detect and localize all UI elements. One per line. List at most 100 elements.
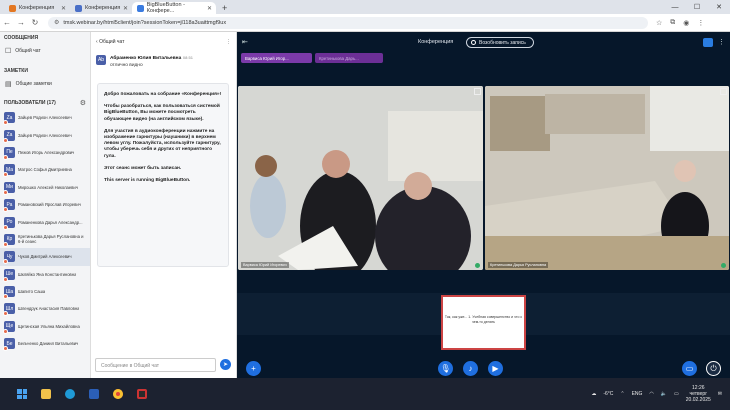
url-field[interactable]: ⚙ tmsk.webinar.by/html5client/join?sessi… xyxy=(48,16,648,29)
profile-icon[interactable]: ◉ xyxy=(683,19,689,27)
browser-tab-3-active[interactable]: BigBlueButton - Конфере... ✕ xyxy=(132,2,216,14)
resume-recording-button[interactable]: Возобновить запись xyxy=(466,37,534,48)
user-list-item[interactable]: Ма Матрос Софья Дмитриевна xyxy=(0,161,90,178)
user-list-item[interactable]: Za Зайцев Родион Алексеевич xyxy=(0,109,90,126)
volume-icon[interactable]: 🔈 xyxy=(661,391,667,397)
user-name: Зайцев Родион Алексеевич xyxy=(18,115,72,121)
status-dot-icon xyxy=(3,241,8,247)
wifi-icon[interactable]: ◠ xyxy=(649,391,653,397)
user-name: Романенкова Дарья Александр... xyxy=(18,219,83,225)
avatar: Ab xyxy=(96,55,106,65)
media-app-icon[interactable] xyxy=(137,389,147,399)
chat-options-icon[interactable]: ⋮ xyxy=(226,39,231,45)
clock[interactable]: 12:26 четверг 20.02.2025 xyxy=(686,385,711,403)
user-list-item[interactable]: Ша Шапито Саша xyxy=(0,283,90,300)
word-icon[interactable] xyxy=(89,389,99,399)
back-arrow-icon[interactable]: ← xyxy=(0,18,14,27)
welcome-message: Добро пожаловать на собрание «Конференци… xyxy=(97,83,229,267)
user-list-item[interactable]: Кр Кретинькова Дарья Руслановна и 6-й сеа… xyxy=(0,231,90,248)
extensions-icon[interactable]: ⧉ xyxy=(670,19,675,27)
shared-notes-item[interactable]: ▤ Общие заметки xyxy=(0,76,90,92)
chat-message-input[interactable]: Сообщение в Общий чат xyxy=(95,358,216,372)
weather-icon[interactable]: ☁ xyxy=(591,391,596,397)
chrome-icon[interactable] xyxy=(113,389,123,399)
message-author: Абраменко Юлия Витальевна xyxy=(110,56,182,61)
language-indicator[interactable]: ENG xyxy=(632,391,643,397)
battery-icon[interactable]: ▭ xyxy=(674,391,679,397)
public-chat-item[interactable]: ☐ Общий чат xyxy=(0,43,90,59)
status-dot-icon xyxy=(3,346,8,352)
close-tab-icon[interactable]: ✕ xyxy=(207,5,212,12)
send-message-button[interactable]: ➤ xyxy=(220,359,231,370)
star-icon[interactable]: ☆ xyxy=(656,19,662,27)
record-icon xyxy=(471,40,476,45)
close-window-icon[interactable]: ✕ xyxy=(708,0,730,14)
camera-button[interactable]: ▶ xyxy=(488,361,503,376)
video-tile[interactable]: Кретинькова Дарья Руслановна xyxy=(485,86,729,270)
forward-arrow-icon[interactable]: → xyxy=(14,18,28,27)
avatar: Ро xyxy=(3,216,15,230)
edge-icon[interactable] xyxy=(65,389,75,399)
maximize-icon[interactable]: ☐ xyxy=(686,0,708,14)
talking-indicator: Кретинькова Дарь... xyxy=(315,53,383,63)
status-dot-icon xyxy=(3,172,8,178)
clock-date: 20.02.2025 xyxy=(685,397,711,403)
user-list-item[interactable]: Ра Романовский Ярослав Игоревич xyxy=(0,196,90,213)
file-explorer-icon[interactable] xyxy=(41,389,51,399)
leave-button[interactable]: ⏻ xyxy=(706,361,721,376)
tab-favicon-icon xyxy=(9,4,16,12)
user-name: Зайцев Родион Алексеевич xyxy=(18,132,72,138)
notifications-icon[interactable]: ✉ xyxy=(718,391,722,397)
audio-button[interactable]: ♪ xyxy=(463,361,478,376)
meeting-title: Конференция xyxy=(418,39,454,45)
share-screen-button[interactable]: ▭ xyxy=(682,361,697,376)
left-sidebar: СООБЩЕНИЯ ☐ Общий чат ЗАМЕТКИ ▤ Общие за… xyxy=(0,32,91,378)
presentation-slide[interactable]: Так, как уже... 1. Учебная совершенство … xyxy=(441,295,526,350)
browser-tab-1[interactable]: Конференция ✕ xyxy=(4,2,70,14)
messages-header: СООБЩЕНИЯ xyxy=(4,35,39,41)
avatar: Бе xyxy=(3,338,15,352)
fullscreen-icon[interactable] xyxy=(474,88,481,95)
monitor-icon: ▭ xyxy=(685,364,694,373)
minimize-icon[interactable]: — xyxy=(664,0,686,14)
participant-video-image xyxy=(238,86,483,270)
windows-start-icon[interactable] xyxy=(17,389,27,399)
user-list-item[interactable]: Ро Романенкова Дарья Александр... xyxy=(0,213,90,230)
user-name: Щетинская Ульяна Михайловна xyxy=(18,323,80,329)
mute-button[interactable]: 🎙 xyxy=(438,361,453,376)
site-info-icon[interactable]: ⚙ xyxy=(54,19,59,26)
weather-temp: -6°C xyxy=(603,391,614,397)
fullscreen-icon[interactable] xyxy=(720,88,727,95)
browser-tab-2[interactable]: Конференция ✕ xyxy=(70,2,132,14)
user-list-item[interactable]: Шл Шлендрук Анастасия Павловна xyxy=(0,300,90,317)
meeting-area: ⇤ Конференция Возобновить запись ⋮ Варви… xyxy=(237,32,730,378)
gear-icon[interactable]: ⚙ xyxy=(80,99,86,107)
chat-title-row[interactable]: ‹ Общий чат xyxy=(96,39,124,45)
chevron-up-icon[interactable]: ⌃ xyxy=(620,391,624,397)
video-label: Кретинькова Дарья Руслановна xyxy=(488,262,549,268)
close-tab-icon[interactable]: ✕ xyxy=(123,5,128,12)
plus-icon: + xyxy=(251,364,256,373)
user-list: Za Зайцев Родион Алексеевич Za Зайцев Родио… xyxy=(0,109,90,352)
user-list-item[interactable]: Ще Щетинская Ульяна Михайловна xyxy=(0,318,90,335)
notes-header: ЗАМЕТКИ xyxy=(4,68,28,74)
user-list-item[interactable]: Бе Бельченко Даниил Витальевич xyxy=(0,335,90,352)
collapse-panel-icon[interactable]: ⇤ xyxy=(242,38,248,46)
user-list-item[interactable]: Za Зайцев Родион Алексеевич xyxy=(0,126,90,143)
user-name: Пежов Игорь Александрович xyxy=(18,149,75,155)
reload-icon[interactable]: ↻ xyxy=(28,18,42,27)
chat-message: Ab Абраменко Юлия Витальевна 08:51 отлич… xyxy=(91,51,236,72)
window-controls: — ☐ ✕ xyxy=(664,0,730,14)
connection-status-icon[interactable] xyxy=(703,38,713,47)
headset-icon: ♪ xyxy=(468,364,473,373)
actions-button[interactable]: + xyxy=(246,361,261,376)
user-list-item[interactable]: Ми Мирошко Алексей Николаевич xyxy=(0,179,90,196)
video-tile[interactable]: Варвиса Юрий Игоревич xyxy=(238,86,483,270)
close-tab-icon[interactable]: ✕ xyxy=(61,5,66,12)
user-list-item[interactable]: Пе Пежов Игорь Александрович xyxy=(0,144,90,161)
new-tab-button[interactable]: + xyxy=(216,2,233,14)
menu-dots-icon[interactable]: ⋮ xyxy=(697,19,704,27)
user-list-item[interactable]: Чу Чуков Дмитрий Алексеевич xyxy=(0,248,90,266)
user-list-item[interactable]: Ше Шкляйко Яна Константиновна xyxy=(0,266,90,283)
options-menu-icon[interactable]: ⋮ xyxy=(718,38,725,46)
